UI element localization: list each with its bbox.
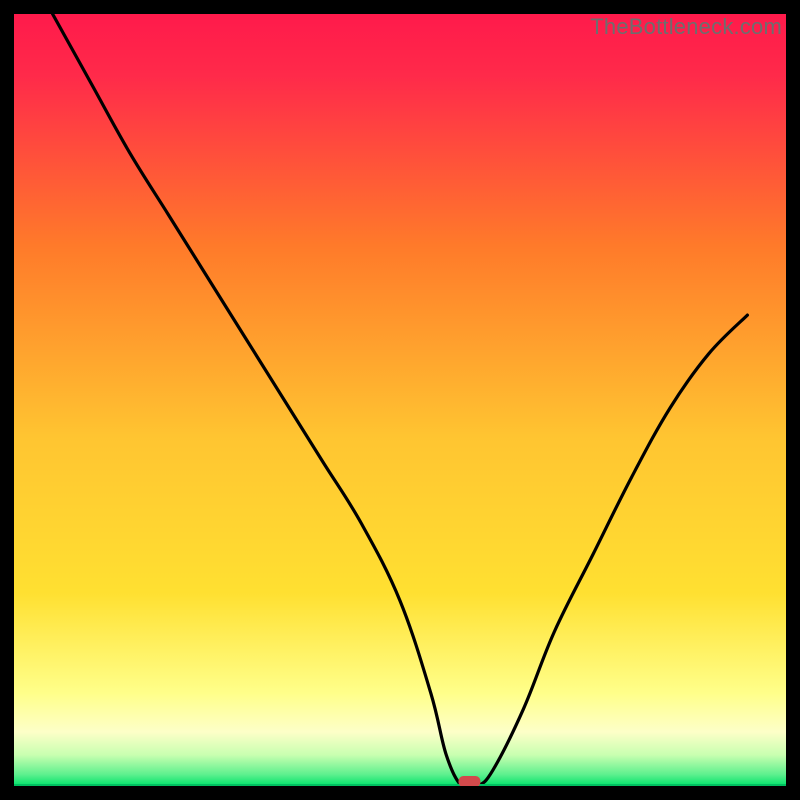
bottleneck-chart	[14, 14, 786, 786]
chart-frame	[14, 14, 786, 786]
attribution-watermark: TheBottleneck.com	[590, 14, 782, 40]
optimum-marker	[458, 776, 480, 786]
gradient-background	[14, 14, 786, 786]
